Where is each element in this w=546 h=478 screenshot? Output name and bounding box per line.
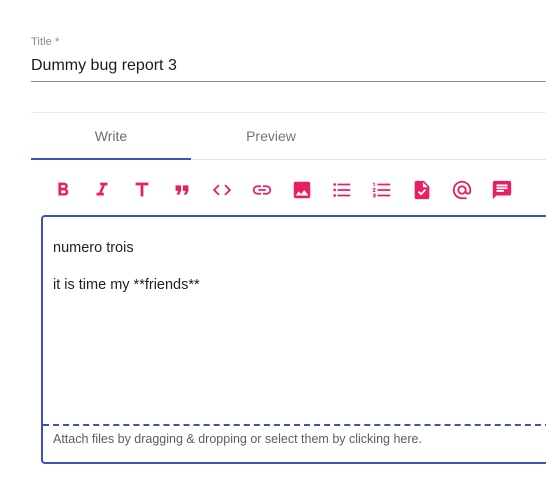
italic-button[interactable] — [90, 178, 114, 202]
title-input[interactable] — [31, 57, 546, 82]
code-icon — [212, 184, 232, 196]
bulleted-list-icon — [333, 183, 351, 197]
numbered-list-icon — [372, 182, 391, 198]
image-button[interactable] — [290, 178, 314, 202]
editor-line: it is time my **friends** — [53, 277, 200, 293]
link-icon — [252, 185, 272, 195]
bold-button[interactable] — [51, 178, 75, 202]
comment-icon — [492, 180, 512, 200]
editor-line: numero trois — [53, 240, 134, 256]
code-button[interactable] — [210, 178, 234, 202]
quote-button[interactable] — [170, 178, 194, 202]
task-file-icon — [414, 180, 430, 200]
tab-write[interactable]: Write — [31, 112, 191, 160]
comment-button[interactable] — [490, 178, 514, 202]
task-file-button[interactable] — [410, 178, 434, 202]
mention-icon — [452, 180, 472, 200]
editor-tabs: Write Preview — [31, 112, 546, 160]
markdown-editor: Write Preview numero trois it is time my… — [31, 112, 546, 478]
file-attach-dropzone[interactable]: Attach files by dragging & dropping or s… — [43, 424, 546, 462]
bug-report-form: Title * Write Preview — [0, 0, 546, 478]
title-field: Title * — [31, 36, 546, 82]
header-icon — [135, 182, 149, 197]
editor-content[interactable]: numero trois it is time my **friends** — [53, 239, 546, 313]
header-button[interactable] — [130, 178, 154, 202]
title-label: Title * — [31, 36, 60, 48]
mention-button[interactable] — [450, 178, 474, 202]
quote-icon — [175, 185, 189, 195]
markdown-textarea[interactable]: numero trois it is time my **friends** A… — [41, 215, 546, 464]
italic-icon — [96, 182, 108, 196]
formatting-toolbar — [51, 178, 531, 202]
bold-icon — [58, 182, 69, 196]
link-button[interactable] — [250, 178, 274, 202]
numbered-list-button[interactable] — [370, 178, 394, 202]
bulleted-list-button[interactable] — [330, 178, 354, 202]
active-tab-indicator — [31, 158, 191, 160]
tab-preview[interactable]: Preview — [191, 112, 351, 160]
image-icon — [293, 181, 311, 199]
